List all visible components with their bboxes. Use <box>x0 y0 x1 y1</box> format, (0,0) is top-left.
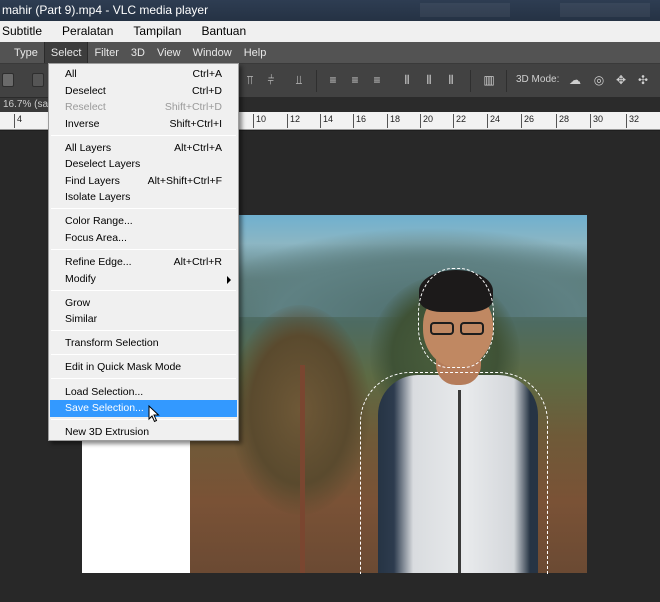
window-title: mahir (Part 9).mp4 - VLC media player <box>2 3 209 17</box>
menu-separator <box>51 135 236 136</box>
ruler-tick: 28 <box>556 114 569 128</box>
distribute-top-icon[interactable]: ≡ <box>326 73 340 87</box>
tool-preset-picker[interactable] <box>2 73 14 87</box>
selection-marquee-head <box>418 268 494 368</box>
distribute-right-icon[interactable]: ⫴ <box>444 73 458 87</box>
3d-rotate-icon[interactable]: ☁ <box>568 73 582 87</box>
submenu-arrow-icon <box>227 276 231 284</box>
menu-item-reselect[interactable]: Reselect Shift+Ctrl+D <box>50 99 237 116</box>
title-bar-blur <box>420 3 510 17</box>
menu-item-similar[interactable]: Similar <box>50 311 237 328</box>
vlc-menu-peralatan[interactable]: Peralatan <box>60 21 119 42</box>
ps-menu-filter[interactable]: Filter <box>88 42 124 63</box>
align-bottom-icon[interactable]: ⫫ <box>292 73 306 87</box>
3d-drag-icon[interactable]: ✥ <box>614 73 628 87</box>
menu-item-new-3d-extrusion[interactable]: New 3D Extrusion <box>50 424 237 441</box>
vlc-menu-subtitle[interactable]: Subtitle <box>0 21 48 42</box>
tree-trunk <box>300 365 305 573</box>
distribute-bottom-icon[interactable]: ≡ <box>370 73 384 87</box>
menu-item-focus-area[interactable]: Focus Area... <box>50 230 237 247</box>
distribute-left-icon[interactable]: ⫴ <box>400 73 414 87</box>
menu-item-all-layers[interactable]: All Layers Alt+Ctrl+A <box>50 140 237 157</box>
ruler-tick: 20 <box>420 114 433 128</box>
menu-item-transform-selection[interactable]: Transform Selection <box>50 335 237 352</box>
menu-item-quick-mask[interactable]: Edit in Quick Mask Mode <box>50 359 237 376</box>
menu-item-deselect-layers[interactable]: Deselect Layers <box>50 156 237 173</box>
ruler-tick: 12 <box>287 114 300 128</box>
menu-item-load-selection[interactable]: Load Selection... <box>50 384 237 401</box>
ps-menu-select[interactable]: Select <box>43 42 89 63</box>
3d-roll-icon[interactable]: ◎ <box>592 73 606 87</box>
menu-item-refine-edge[interactable]: Refine Edge... Alt+Ctrl+R <box>50 254 237 271</box>
vlc-menu-tampilan[interactable]: Tampilan <box>131 21 187 42</box>
ps-menu-view[interactable]: View <box>151 42 187 63</box>
menu-edge <box>0 42 8 63</box>
vlc-title-bar: mahir (Part 9).mp4 - VLC media player <box>0 0 660 21</box>
distribute-center-icon[interactable]: ≡ <box>348 73 362 87</box>
3d-slide-icon[interactable]: ✣ <box>636 73 650 87</box>
3d-mode-label: 3D Mode: <box>516 74 560 85</box>
ruler-tick: 4 <box>14 114 22 128</box>
ruler-tick: 22 <box>453 114 466 128</box>
menu-item-deselect[interactable]: Deselect Ctrl+D <box>50 83 237 100</box>
ruler-tick: 16 <box>353 114 366 128</box>
menu-item-grow[interactable]: Grow <box>50 295 237 312</box>
align-vertical-center-icon[interactable]: ⫩ <box>264 73 278 87</box>
menu-separator <box>51 330 236 331</box>
ruler-tick: 32 <box>626 114 639 128</box>
menu-item-find-layers[interactable]: Find Layers Alt+Shift+Ctrl+F <box>50 173 237 190</box>
ps-menu-window[interactable]: Window <box>187 42 238 63</box>
ps-menu-3d[interactable]: 3D <box>125 42 151 63</box>
ps-menu-help[interactable]: Help <box>238 42 273 63</box>
menu-item-modify[interactable]: Modify <box>50 271 237 288</box>
menu-separator <box>51 354 236 355</box>
menu-separator <box>51 290 236 291</box>
menu-separator <box>51 249 236 250</box>
menu-separator <box>51 378 236 379</box>
photoshop-menu-bar: Type Select Filter 3D View Window Help <box>0 42 660 64</box>
document-tab[interactable]: 16.7% (sar <box>0 98 55 112</box>
vlc-menu-bar: Subtitle Peralatan Tampilan Bantuan <box>0 21 660 42</box>
separator <box>506 70 507 92</box>
select-dropdown-menu: All Ctrl+A Deselect Ctrl+D Reselect Shift+C… <box>48 63 239 441</box>
ps-menu-type[interactable]: Type <box>8 42 44 63</box>
menu-item-all[interactable]: All Ctrl+A <box>50 66 237 83</box>
selection-marquee-body <box>360 372 548 574</box>
align-top-icon[interactable]: ⫪ <box>243 73 257 87</box>
auto-select-checkbox[interactable] <box>32 73 44 87</box>
vlc-menu-bantuan[interactable]: Bantuan <box>199 21 252 42</box>
ruler-tick: 26 <box>521 114 534 128</box>
menu-item-color-range[interactable]: Color Range... <box>50 213 237 230</box>
menu-separator <box>51 419 236 420</box>
auto-align-icon[interactable]: ▥ <box>482 73 496 87</box>
ruler-tick: 10 <box>253 114 266 128</box>
separator <box>470 70 471 92</box>
menu-separator <box>51 208 236 209</box>
ruler-tick: 24 <box>487 114 500 128</box>
mouse-cursor-icon <box>148 405 160 423</box>
menu-item-save-selection[interactable]: Save Selection... <box>50 400 237 417</box>
separator <box>316 70 317 92</box>
ruler-tick: 30 <box>590 114 603 128</box>
menu-item-inverse[interactable]: Inverse Shift+Ctrl+I <box>50 116 237 133</box>
menu-item-isolate-layers[interactable]: Isolate Layers <box>50 189 237 206</box>
title-bar-blur-2 <box>560 3 650 17</box>
ruler-tick: 18 <box>387 114 400 128</box>
ruler-tick: 14 <box>320 114 333 128</box>
distribute-hcenter-icon[interactable]: ⫴ <box>422 73 436 87</box>
